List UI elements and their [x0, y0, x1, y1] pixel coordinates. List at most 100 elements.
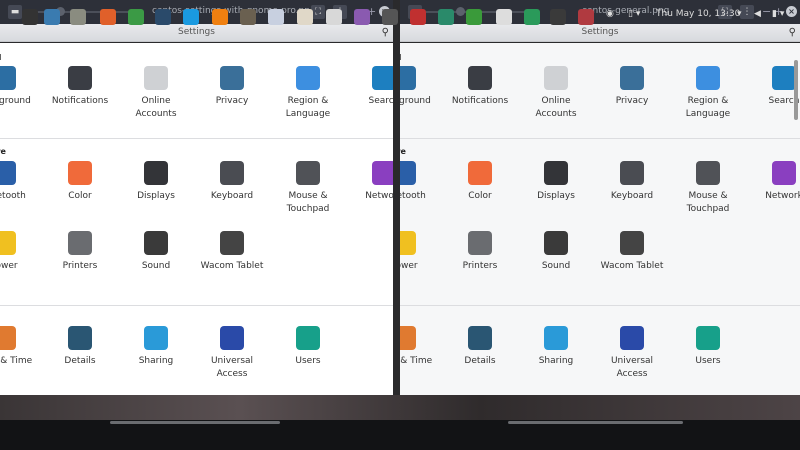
settings-item-notifications[interactable]: Notifications	[42, 66, 118, 108]
impress-icon[interactable]	[297, 9, 313, 25]
settings-item-power[interactable]: Power	[0, 231, 42, 273]
gnome-footprint-icon[interactable]	[466, 9, 482, 25]
settings-item-gear[interactable]: Details	[442, 326, 518, 368]
settings-item-wacom-tablet[interactable]: Wacom Tablet	[594, 231, 670, 273]
screen-capture-icon[interactable]	[382, 9, 398, 25]
skype-icon[interactable]	[183, 9, 199, 25]
minimize-icon[interactable]: −	[762, 5, 771, 19]
date-time-icon	[0, 326, 16, 350]
search-icon[interactable]: ⚲	[789, 24, 796, 41]
settings-item-sharing[interactable]: Sharing	[518, 326, 594, 368]
zoom-slider-handle[interactable]	[456, 7, 465, 16]
horizontal-scrollbar-right[interactable]	[508, 421, 683, 424]
chrome-icon[interactable]	[128, 9, 144, 25]
settings-item-printers[interactable]: Printers	[42, 231, 118, 273]
printers-icon	[68, 231, 92, 255]
sharing-icon	[144, 326, 168, 350]
toolbox-icon[interactable]	[496, 9, 512, 25]
section-divider	[0, 138, 393, 139]
fullscreen-icon[interactable]: ⛶	[311, 5, 325, 19]
settings-item-sound[interactable]: Sound	[518, 231, 594, 273]
battery-icon[interactable]: ▮ ▾	[772, 9, 784, 19]
settings-item-mouse[interactable]: Mouse & Touchpad	[670, 161, 746, 216]
section-label: Personal	[400, 53, 401, 62]
settings-item-users[interactable]: Users	[670, 326, 746, 368]
settings-item-date-time[interactable]: Date & Time	[400, 326, 442, 368]
wifi-icon[interactable]: ▾	[737, 9, 742, 19]
vertical-scrollbar[interactable]	[794, 60, 798, 120]
settings-item-region-language[interactable]: Region & Language	[670, 66, 746, 121]
settings-item-search[interactable]: Search	[746, 66, 800, 108]
clipboard-icon[interactable]: ▯ ▾	[628, 9, 640, 19]
tweak-icon[interactable]	[438, 9, 454, 25]
close-icon[interactable]: ×	[786, 6, 797, 17]
terminal-icon[interactable]	[550, 9, 566, 25]
network-icon	[372, 161, 393, 185]
settings-item-keyboard[interactable]: Keyboard	[194, 161, 270, 203]
search-icon[interactable]: ⚲	[382, 24, 389, 41]
settings-item-online-accounts[interactable]: Online Accounts	[118, 66, 194, 121]
settings-item-power[interactable]: Power	[400, 231, 442, 273]
settings-item-date-time[interactable]: Date & Time	[0, 326, 42, 368]
settings-item-label: Displays	[137, 191, 175, 201]
settings-item-label: Wacom Tablet	[200, 261, 264, 271]
clock[interactable]: Thu May 10, 13:30	[656, 9, 740, 19]
settings-item-network[interactable]: Network	[346, 161, 393, 203]
steam-icon[interactable]	[155, 9, 171, 25]
settings-item-printers[interactable]: Printers	[442, 231, 518, 273]
horizontal-scrollbar-left[interactable]	[110, 421, 280, 424]
settings-item-network[interactable]: Network	[746, 161, 800, 203]
settings-item-label: Keyboard	[610, 191, 654, 201]
settings-item-bluetooth[interactable]: Bluetooth	[400, 161, 442, 203]
firefox-icon[interactable]	[100, 9, 116, 25]
bluetooth-icon	[0, 161, 16, 185]
date-time-icon	[400, 326, 416, 350]
section-divider	[0, 305, 393, 306]
gimp-icon[interactable]	[240, 9, 256, 25]
settings-item-gear[interactable]: Details	[42, 326, 118, 368]
menu-icon[interactable]: ⋮	[740, 5, 754, 19]
settings-window: ▬ centos-settings-with-gnome-pro.png ⛶ ⋮…	[0, 0, 393, 420]
files-icon[interactable]	[70, 9, 86, 25]
app-menu-icon[interactable]	[22, 9, 38, 25]
settings-item-privacy[interactable]: Privacy	[594, 66, 670, 108]
image-viewer-icon[interactable]	[326, 9, 342, 25]
settings-item-keyboard[interactable]: Keyboard	[594, 161, 670, 203]
writer-icon[interactable]	[268, 9, 284, 25]
image-window-icon[interactable]	[578, 9, 594, 25]
screenshot-icon[interactable]	[44, 9, 60, 25]
settings-item-universal-access[interactable]: Universal Access	[594, 326, 670, 381]
settings-item-bluetooth[interactable]: Bluetooth	[0, 161, 42, 203]
settings-item-background[interactable]: Background	[400, 66, 442, 108]
system-monitor-icon[interactable]	[524, 9, 540, 25]
settings-item-search[interactable]: Search	[346, 66, 393, 108]
settings-item-label: Power	[400, 261, 418, 271]
gear-icon	[468, 326, 492, 350]
settings-item-color[interactable]: Color	[42, 161, 118, 203]
settings-item-displays[interactable]: Displays	[118, 161, 194, 203]
online-accounts-icon	[144, 66, 168, 90]
settings-item-online-accounts[interactable]: Online Accounts	[518, 66, 594, 121]
section-label: Hardware	[400, 147, 406, 156]
settings-item-mouse[interactable]: Mouse & Touchpad	[270, 161, 346, 216]
settings-item-background[interactable]: Background	[0, 66, 42, 108]
printers-icon	[468, 231, 492, 255]
settings-item-displays[interactable]: Displays	[518, 161, 594, 203]
settings-item-wacom-tablet[interactable]: Wacom Tablet	[194, 231, 270, 273]
filezilla-icon[interactable]	[410, 9, 426, 25]
settings-item-region-language[interactable]: Region & Language	[270, 66, 346, 121]
settings-item-label: Notifications	[51, 96, 109, 106]
record-icon[interactable]: ◉	[606, 9, 614, 19]
settings-item-notifications[interactable]: Notifications	[442, 66, 518, 108]
settings-item-users[interactable]: Users	[270, 326, 346, 368]
settings-item-sharing[interactable]: Sharing	[118, 326, 194, 368]
background-icon	[0, 66, 16, 90]
app-purple-icon[interactable]	[354, 9, 370, 25]
vlc-icon[interactable]	[212, 9, 228, 25]
settings-item-color[interactable]: Color	[442, 161, 518, 203]
volume-icon[interactable]: ◀	[754, 9, 761, 19]
settings-item-sound[interactable]: Sound	[118, 231, 194, 273]
settings-item-universal-access[interactable]: Universal Access	[194, 326, 270, 381]
settings-item-privacy[interactable]: Privacy	[194, 66, 270, 108]
sidebar-toggle-icon[interactable]: ▬	[8, 5, 22, 19]
